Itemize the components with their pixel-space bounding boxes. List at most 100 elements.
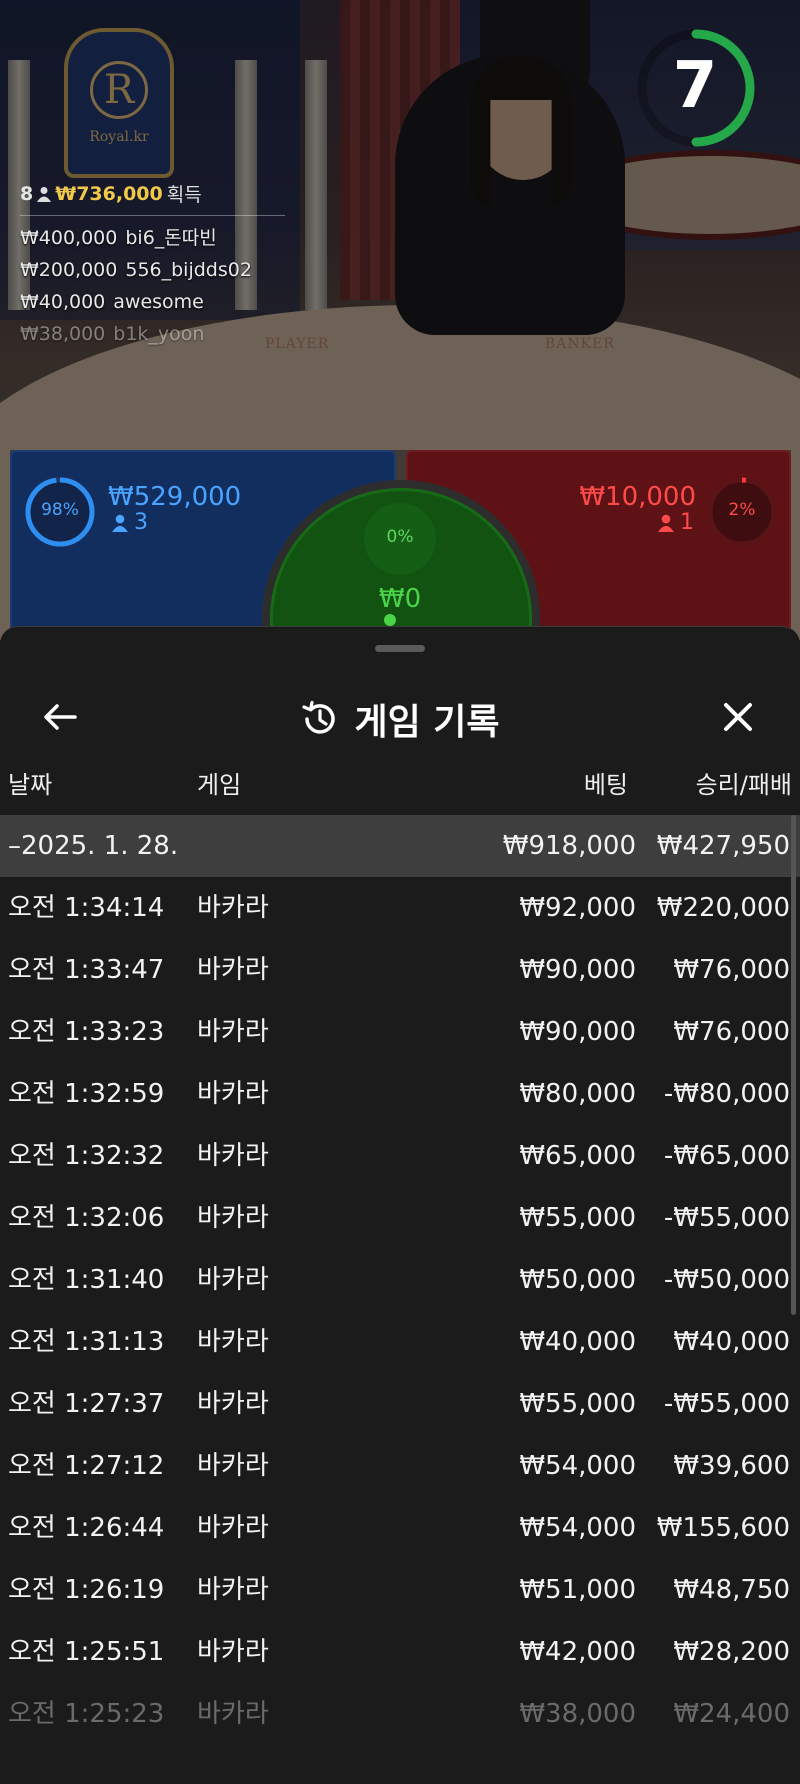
row-result: -₩55,000	[663, 1203, 790, 1233]
row-game: 바카라	[197, 1513, 269, 1543]
row-bet: ₩40,000	[519, 1327, 636, 1357]
row-time: 오전 1:32:32	[8, 1141, 165, 1171]
row-result: -₩55,000	[663, 1389, 790, 1419]
row-time: 오전 1:25:51	[8, 1637, 165, 1667]
tie-pct: 0%	[386, 527, 414, 547]
row-game: 바카라	[197, 1327, 269, 1357]
history-row[interactable]: 오전 1:33:23 바카라 ₩90,000 ₩76,000	[0, 1001, 800, 1063]
row-time: 오전 1:27:12	[8, 1451, 165, 1481]
history-row[interactable]: 오전 1:27:37 바카라 ₩55,000 -₩55,000	[0, 1373, 800, 1435]
scrollbar[interactable]	[791, 815, 796, 1315]
winner-row: ₩40,000 awesome	[20, 286, 285, 318]
row-time: 오전 1:26:19	[8, 1575, 165, 1605]
history-row[interactable]: 오전 1:32:06 바카라 ₩55,000 -₩55,000	[0, 1187, 800, 1249]
winners-summary: 8 ₩736,000 획득	[20, 180, 285, 207]
player-count-wrap: 3	[112, 510, 148, 535]
winner-name: 556_bijdds02	[125, 259, 252, 281]
row-result: ₩48,750	[673, 1575, 790, 1605]
history-table: –2025. 1. 28. ₩918,000 ₩427,950 오전 1:34:…	[0, 815, 800, 1745]
group-bet-total: ₩918,000	[502, 831, 636, 861]
row-result: ₩40,000	[673, 1327, 790, 1357]
row-time: 오전 1:25:23	[8, 1699, 165, 1729]
user-icon	[658, 514, 674, 532]
row-game: 바카라	[197, 1265, 269, 1295]
sheet-header: 게임 기록	[0, 667, 800, 767]
column-header-date: 날짜	[8, 771, 53, 799]
row-bet: ₩54,000	[519, 1513, 636, 1543]
row-result: ₩76,000	[673, 955, 790, 985]
row-game: 바카라	[197, 1389, 269, 1419]
banker-count-wrap: 1	[658, 510, 694, 535]
history-row[interactable]: 오전 1:26:44 바카라 ₩54,000 ₩155,600	[0, 1497, 800, 1559]
history-row[interactable]: 오전 1:32:32 바카라 ₩65,000 -₩65,000	[0, 1125, 800, 1187]
player-amount: ₩529,000	[108, 482, 242, 512]
history-row[interactable]: 오전 1:25:23 바카라 ₩38,000 ₩24,400	[0, 1683, 800, 1745]
winner-amount: ₩400,000	[20, 227, 118, 249]
date-group-row[interactable]: –2025. 1. 28. ₩918,000 ₩427,950	[0, 815, 800, 877]
user-icon	[112, 514, 128, 532]
winners-count: 8	[20, 182, 34, 205]
winner-amount: ₩200,000	[20, 259, 118, 281]
banker-pct: 2%	[728, 500, 756, 520]
row-game: 바카라	[197, 955, 269, 985]
row-time: 오전 1:34:14	[8, 893, 165, 923]
history-row[interactable]: 오전 1:32:59 바카라 ₩80,000 -₩80,000	[0, 1063, 800, 1125]
row-bet: ₩90,000	[519, 955, 636, 985]
column-header-result: 승리/패배	[695, 771, 792, 799]
winner-row: ₩200,000 556_bijdds02	[20, 254, 285, 286]
row-time: 오전 1:32:59	[8, 1079, 165, 1109]
winner-name: bi6_돈따빈	[125, 227, 217, 249]
row-game: 바카라	[197, 1637, 269, 1667]
row-game: 바카라	[197, 1699, 269, 1729]
row-bet: ₩92,000	[519, 893, 636, 923]
drag-handle[interactable]	[375, 645, 425, 652]
group-result-total: ₩427,950	[656, 831, 790, 861]
row-time: 오전 1:32:06	[8, 1203, 165, 1233]
row-result: ₩155,600	[656, 1513, 790, 1543]
winner-row: ₩400,000 bi6_돈따빈	[20, 222, 285, 254]
row-game: 바카라	[197, 1079, 269, 1109]
row-game: 바카라	[197, 893, 269, 923]
user-icon	[37, 186, 52, 202]
winner-amount: ₩38,000	[20, 323, 106, 345]
row-bet: ₩55,000	[519, 1203, 636, 1233]
row-bet: ₩54,000	[519, 1451, 636, 1481]
row-time: 오전 1:33:23	[8, 1017, 165, 1047]
row-result: ₩24,400	[673, 1699, 790, 1729]
row-bet: ₩80,000	[519, 1079, 636, 1109]
history-row[interactable]: 오전 1:34:14 바카라 ₩92,000 ₩220,000	[0, 877, 800, 939]
row-time: 오전 1:33:47	[8, 955, 165, 985]
history-row[interactable]: 오전 1:26:19 바카라 ₩51,000 ₩48,750	[0, 1559, 800, 1621]
row-result: ₩220,000	[656, 893, 790, 923]
row-bet: ₩38,000	[519, 1699, 636, 1729]
history-row[interactable]: 오전 1:33:47 바카라 ₩90,000 ₩76,000	[0, 939, 800, 1001]
row-bet: ₩50,000	[519, 1265, 636, 1295]
row-result: -₩50,000	[663, 1265, 790, 1295]
history-row[interactable]: 오전 1:25:51 바카라 ₩42,000 ₩28,200	[0, 1621, 800, 1683]
row-time: 오전 1:27:37	[8, 1389, 165, 1419]
sheet-title: 게임 기록	[354, 702, 500, 743]
winners-label: 획득	[166, 184, 202, 206]
group-date: –2025. 1. 28.	[8, 831, 179, 861]
row-bet: ₩55,000	[519, 1389, 636, 1419]
history-row[interactable]: 오전 1:27:12 바카라 ₩54,000 ₩39,600	[0, 1435, 800, 1497]
history-row[interactable]: 오전 1:31:13 바카라 ₩40,000 ₩40,000	[0, 1311, 800, 1373]
banker-amount: ₩10,000	[579, 482, 696, 512]
player-count: 3	[134, 510, 148, 535]
history-row[interactable]: 오전 1:31:40 바카라 ₩50,000 -₩50,000	[0, 1249, 800, 1311]
row-game: 바카라	[197, 1203, 269, 1233]
row-game: 바카라	[197, 1017, 269, 1047]
row-result: ₩76,000	[673, 1017, 790, 1047]
row-game: 바카라	[197, 1141, 269, 1171]
row-time: 오전 1:26:44	[8, 1513, 165, 1543]
column-header-game: 게임	[197, 771, 242, 799]
tie-amount: ₩0	[378, 584, 422, 614]
row-bet: ₩42,000	[519, 1637, 636, 1667]
row-time: 오전 1:31:13	[8, 1327, 165, 1357]
row-bet: ₩51,000	[519, 1575, 636, 1605]
close-button[interactable]	[716, 695, 760, 739]
column-header-bet: 베팅	[583, 771, 628, 799]
user-icon	[384, 614, 396, 626]
close-icon	[724, 703, 752, 731]
row-bet: ₩90,000	[519, 1017, 636, 1047]
